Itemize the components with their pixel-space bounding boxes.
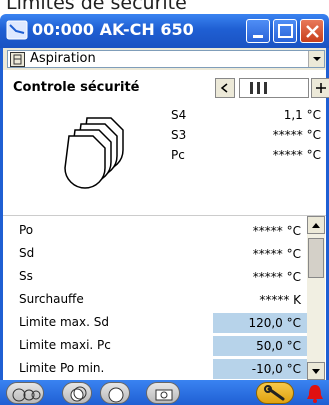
- service-button[interactable]: [256, 382, 294, 404]
- parameter-row[interactable]: Limite Po min. -10,0 °C: [3, 358, 307, 380]
- parameter-label: Po: [19, 223, 34, 237]
- menu-select[interactable]: Aspiration: [7, 50, 325, 68]
- sensor-value: 1,1 °C: [283, 108, 321, 122]
- parameter-value: ***** °C: [252, 224, 301, 238]
- plus-icon: [316, 83, 326, 93]
- minimize-button[interactable]: [246, 19, 270, 43]
- compressor-group-icon: [70, 386, 87, 402]
- parameter-row: Sd ***** °C: [3, 243, 307, 265]
- parameter-label: Limite max. Sd: [19, 315, 109, 329]
- title-bar: 00:000 AK-CH 650: [0, 14, 329, 48]
- scroll-down-button[interactable]: [307, 362, 325, 380]
- parameter-label: Sd: [19, 246, 35, 260]
- sensor-row: S4 1,1 °C: [171, 108, 321, 126]
- sensor-label: S4: [171, 108, 187, 122]
- parameter-label: Surchauffe: [19, 292, 84, 306]
- parameter-value[interactable]: 120,0 °C: [213, 313, 307, 333]
- parameter-label: Limite maxi. Pc: [19, 338, 111, 352]
- parameter-row: Surchauffe ***** K: [3, 289, 307, 311]
- divider: [3, 215, 326, 216]
- parameter-row: Ss ***** °C: [3, 266, 307, 288]
- close-button[interactable]: [300, 19, 324, 43]
- camera-button[interactable]: [146, 382, 180, 404]
- parameter-row: Po ***** °C: [3, 220, 307, 242]
- menu-icon: [10, 52, 25, 67]
- parameter-value: ***** K: [259, 293, 301, 307]
- sensor-label: S3: [171, 128, 187, 142]
- page-navigator: [215, 78, 329, 98]
- wrench-icon: [264, 385, 285, 401]
- content-panel: Controle sécurité S4 1,1 °C S3 ***** °C Pc **…: [0, 70, 329, 380]
- parameter-label: Limite Po min.: [19, 361, 105, 375]
- compressor-group-illustration: [64, 117, 124, 189]
- sensor-row: S3 ***** °C: [171, 128, 321, 146]
- sensor-label: Pc: [171, 148, 185, 162]
- scrollbar[interactable]: [307, 216, 325, 380]
- app-icon: [6, 20, 28, 40]
- sensor-row: Pc ***** °C: [171, 148, 321, 166]
- section-title: Controle sécurité: [13, 80, 140, 95]
- compressors-overview-button[interactable]: [6, 382, 44, 404]
- parameter-value: ***** °C: [252, 247, 301, 261]
- parameter-value: ***** °C: [252, 270, 301, 284]
- scroll-thumb[interactable]: [308, 238, 324, 278]
- parameter-row[interactable]: Limite maxi. Pc 50,0 °C: [3, 335, 307, 357]
- parameter-label: Ss: [19, 269, 33, 283]
- compressor-button[interactable]: [100, 382, 130, 404]
- parameter-value[interactable]: 50,0 °C: [213, 336, 307, 356]
- previous-page-button[interactable]: [215, 78, 235, 98]
- minimize-icon: [253, 35, 263, 38]
- bottom-bar: [0, 380, 329, 405]
- sensor-value: ***** °C: [272, 128, 321, 142]
- window-title: 00:000 AK-CH 650: [32, 20, 194, 39]
- menu-select-value: Aspiration: [30, 51, 96, 66]
- sensor-value: ***** °C: [272, 148, 321, 162]
- scroll-up-button[interactable]: [307, 216, 325, 234]
- chevron-down-icon: [312, 369, 320, 374]
- maximize-button[interactable]: [273, 19, 297, 43]
- camera-icon: [155, 389, 173, 401]
- parameter-row[interactable]: Limite max. Sd 120,0 °C: [3, 312, 307, 334]
- next-page-button[interactable]: [311, 78, 329, 98]
- page-position-bar: [239, 78, 309, 98]
- chevron-left-icon: [220, 83, 228, 93]
- alarm-bell-icon[interactable]: [306, 383, 324, 403]
- page-heading: Limites de sécurité: [6, 0, 187, 14]
- compressors-overview-icon: [12, 388, 41, 402]
- compressor-group-button[interactable]: [62, 382, 92, 404]
- compressor-icon: [108, 387, 124, 403]
- chevron-down-icon[interactable]: [308, 51, 324, 67]
- close-icon: [306, 25, 319, 38]
- maximize-icon: [278, 24, 293, 38]
- toolbar: Aspiration: [0, 48, 329, 70]
- chevron-up-icon: [312, 223, 320, 228]
- parameter-value[interactable]: -10,0 °C: [213, 359, 307, 379]
